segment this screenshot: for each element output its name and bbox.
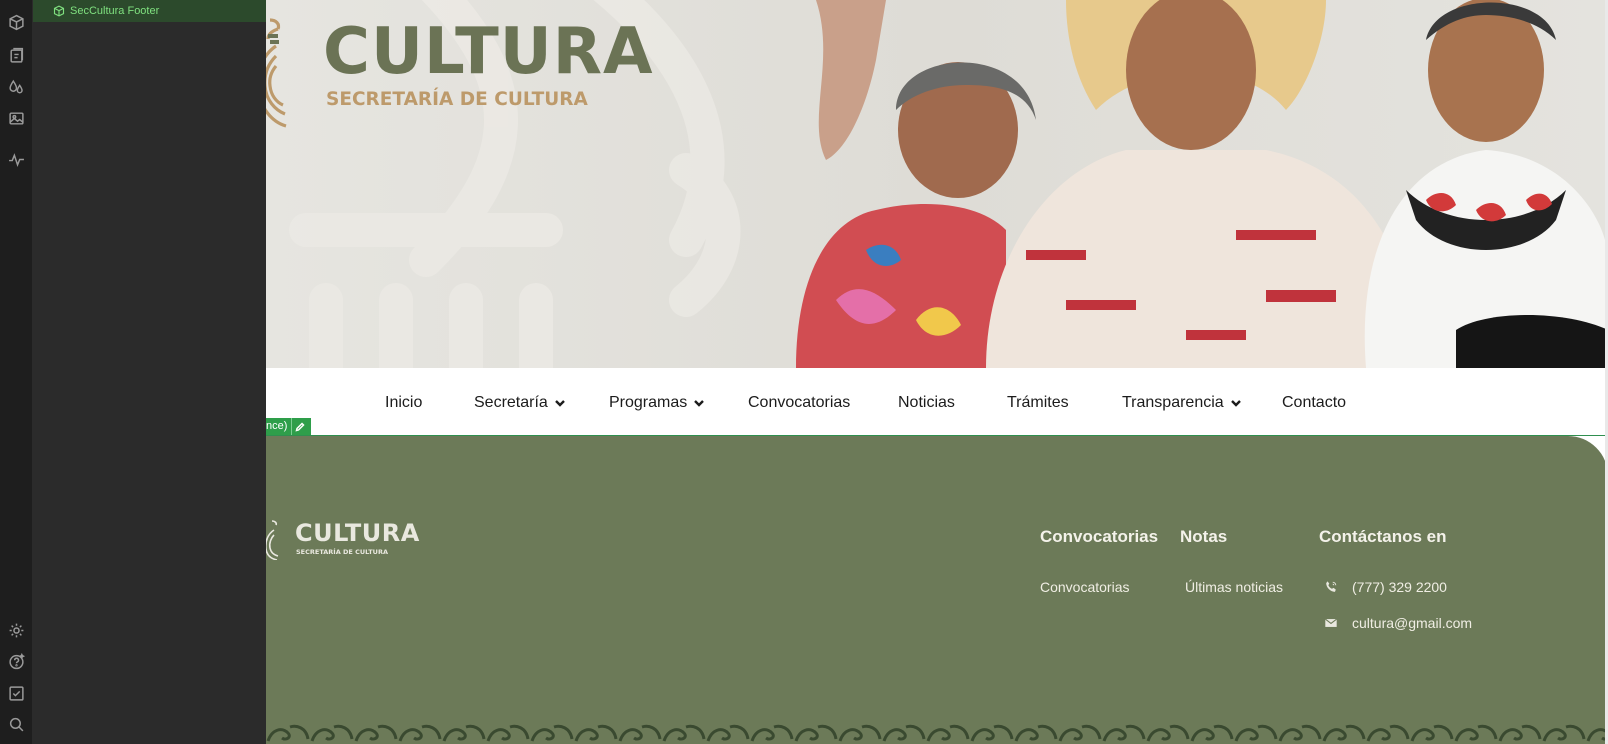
nav-label: Contacto [1282,394,1347,411]
footer-email[interactable]: cultura@gmail.com [1324,615,1472,631]
nav-transparencia[interactable]: Transparencia [1122,394,1242,412]
footer-logo-title: CULTURA [295,519,420,547]
brand-title: CULTURA [323,15,654,89]
selection-tag-label: nce) [266,420,288,432]
hero-banner: CULTURA SECRETARÍA DE CULTURA [266,0,1608,368]
mail-icon [1324,618,1338,627]
brand-subtitle: SECRETARÍA DE CULTURA [326,89,588,110]
image-icon[interactable] [7,109,26,128]
hero-people-image [796,0,1608,368]
navigator-item-label: SecCultura Footer [70,5,160,17]
help-icon[interactable] [7,652,26,671]
element-selection-tag[interactable]: nce) [266,418,312,435]
navigator-panel: SecCultura Footer [33,0,266,744]
nav-tramites[interactable]: Trámites [1007,394,1069,412]
nav-inicio[interactable]: Inicio [385,394,422,412]
phone-icon [1326,581,1337,592]
nav-noticias[interactable]: Noticias [898,394,955,412]
chevron-down-icon [694,400,705,407]
activity-icon[interactable] [7,150,26,169]
nav-programas[interactable]: Programas [609,394,705,412]
nav-secretaria[interactable]: Secretaría [474,394,566,412]
nav-label: Secretaría [474,394,548,411]
eagle-emblem-icon [266,520,279,560]
phone-number: (777) 329 2200 [1352,579,1447,595]
page-canvas: CULTURA SECRETARÍA DE CULTURA Inicio Sec… [266,0,1608,744]
nav-label: Trámites [1007,394,1069,411]
nav-label: Inicio [385,394,423,411]
nav-label: Noticias [898,394,955,411]
zoom-icon[interactable] [7,715,26,734]
eagle-emblem-icon [266,18,287,128]
site-footer: CULTURA SECRETARÍA DE CULTURA Convocator… [266,436,1608,744]
editor-icon-rail [0,0,33,744]
nav-label: Convocatorias [748,394,851,411]
email-address: cultura@gmail.com [1352,615,1473,631]
nav-convocatorias[interactable]: Convocatorias [748,394,850,412]
nav-label: Transparencia [1122,394,1224,411]
footer-link-ultimas-noticias[interactable]: Últimas noticias [1185,579,1283,595]
footer-heading-convocatorias: Convocatorias [1040,527,1159,546]
navigator-item-seccultura-footer[interactable]: SecCultura Footer [33,0,266,22]
pencil-icon[interactable] [291,418,308,435]
footer-logo-subtitle: SECRETARÍA DE CULTURA [296,548,388,556]
footer-phone[interactable]: (777) 329 2200 [1324,579,1447,595]
checkbox-icon[interactable] [7,684,26,703]
chevron-down-icon [1230,400,1241,407]
droplets-icon[interactable] [7,78,26,97]
nav-contacto[interactable]: Contacto [1282,394,1346,412]
footer-heading-contacto: Contáctanos en [1319,527,1447,546]
decorative-pattern-band [266,723,1608,744]
cube-outline-icon [53,5,65,17]
nav-label: Programas [609,394,688,411]
pages-icon[interactable] [7,46,26,65]
cube-icon[interactable] [7,13,26,32]
footer-link-convocatorias[interactable]: Convocatorias [1040,579,1130,595]
settings-icon[interactable] [7,621,26,640]
footer-heading-notas: Notas [1180,527,1228,546]
main-navigation: Inicio Secretaría Programas Convocatoria… [266,368,1608,436]
chevron-down-icon [554,400,565,407]
